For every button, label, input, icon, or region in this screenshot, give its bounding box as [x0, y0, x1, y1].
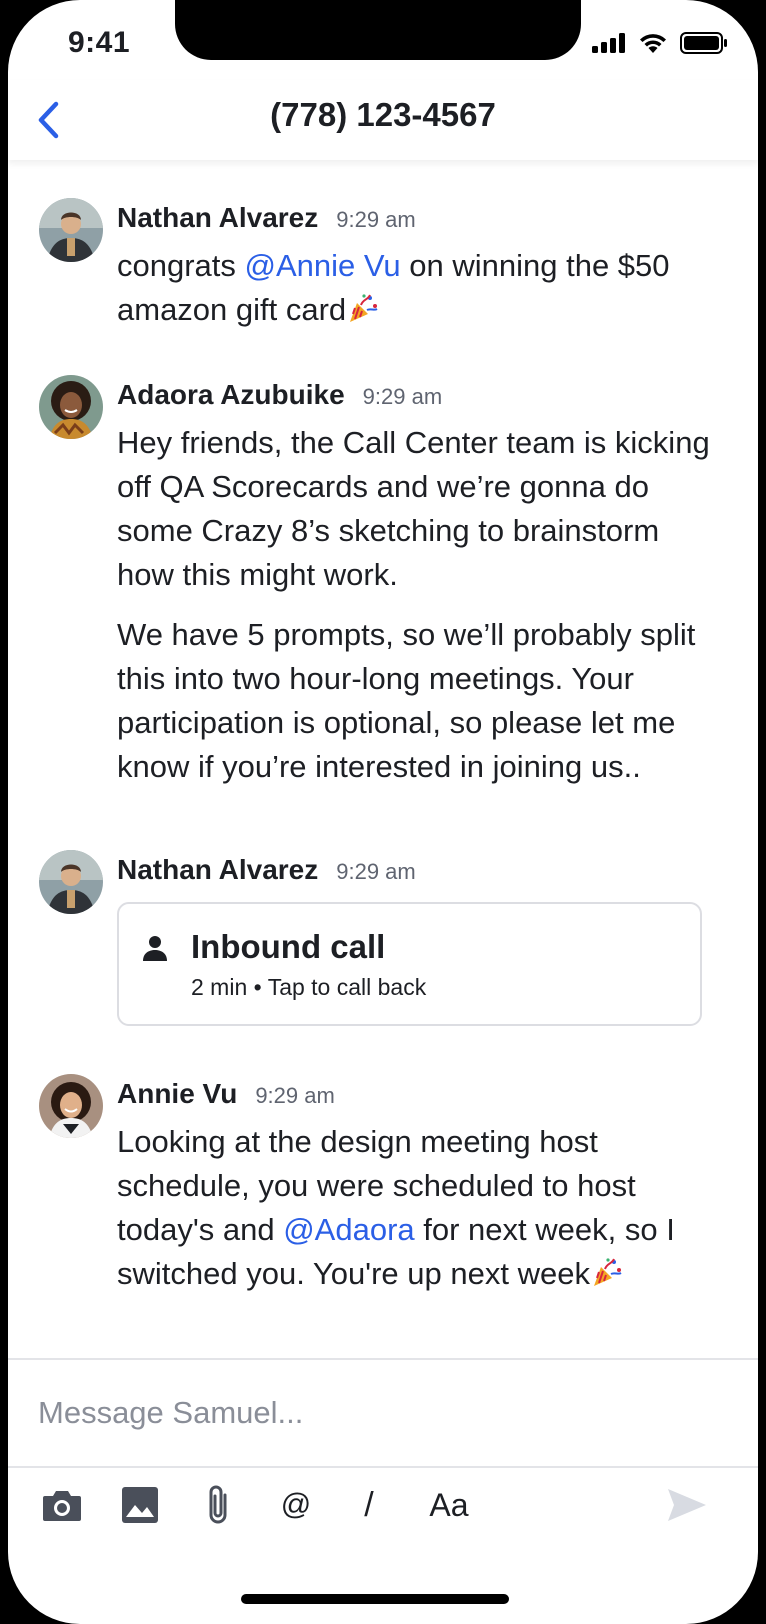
signal-icon: [592, 33, 625, 53]
call-separator: •: [253, 974, 262, 1000]
avatar[interactable]: [39, 850, 103, 914]
nav-bar: (778) 123-4567: [8, 80, 758, 160]
notch: [175, 0, 581, 60]
screen: 9:41 (778) 123-4567 Nathan Alvarez 9:29 …: [8, 0, 758, 1624]
message-text: congrats @Annie Vu on winning the $50 am…: [117, 244, 717, 332]
text-format-button[interactable]: Aa: [424, 1470, 474, 1540]
message-list[interactable]: Nathan Alvarez 9:29 am congrats @Annie V…: [8, 160, 758, 1358]
conversation-title: (778) 123-4567: [270, 96, 496, 133]
mention-button[interactable]: @: [276, 1470, 316, 1540]
attach-button[interactable]: [200, 1470, 236, 1540]
avatar[interactable]: [39, 375, 103, 439]
battery-icon: [680, 32, 727, 54]
camera-button[interactable]: [40, 1470, 84, 1540]
toolbar-divider: [8, 1466, 758, 1468]
message-text-part: congrats: [117, 248, 245, 283]
inbound-call-card[interactable]: Inbound call 2 min • Tap to call back: [117, 902, 702, 1026]
send-icon: [668, 1489, 706, 1521]
person-icon: [143, 936, 167, 961]
call-subtitle: 2 min • Tap to call back: [191, 974, 426, 1001]
avatar[interactable]: [39, 1074, 103, 1138]
message-time: 9:29 am: [362, 384, 443, 409]
mention-link[interactable]: @Annie Vu: [245, 248, 401, 283]
mention-link[interactable]: @Adaora: [283, 1212, 414, 1247]
message-text: Looking at the design meeting host sched…: [117, 1120, 717, 1296]
composer-divider: [8, 1358, 758, 1360]
message-header: Adaora Azubuike 9:29 am: [117, 379, 442, 411]
message-paragraph: Hey friends, the Call Center team is kic…: [117, 425, 710, 592]
home-indicator: [241, 1594, 509, 1604]
message-header: Nathan Alvarez 9:29 am: [117, 202, 416, 234]
camera-icon: [43, 1491, 81, 1521]
message-text: Hey friends, the Call Center team is kic…: [117, 421, 717, 789]
paperclip-icon: [209, 1485, 227, 1524]
message-time: 9:29 am: [255, 1083, 335, 1108]
message-header: Annie Vu 9:29 am: [117, 1078, 335, 1110]
sender-name[interactable]: Nathan Alvarez: [117, 202, 318, 234]
message-time: 9:29 am: [336, 859, 416, 884]
call-duration: 2 min: [191, 974, 248, 1000]
message-time: 9:29 am: [336, 207, 416, 232]
call-title: Inbound call: [191, 928, 386, 965]
phone-frame: 9:41 (778) 123-4567 Nathan Alvarez 9:29 …: [0, 0, 766, 1624]
party-popper-icon: [593, 1258, 622, 1286]
sender-name[interactable]: Nathan Alvarez: [117, 854, 318, 886]
sender-name[interactable]: Adaora Azubuike: [117, 379, 345, 411]
message-input[interactable]: [38, 1388, 728, 1438]
wifi-icon: [640, 34, 666, 53]
image-icon: [122, 1487, 158, 1523]
send-button[interactable]: [662, 1470, 712, 1540]
status-icons: [592, 32, 728, 54]
message-paragraph: We have 5 prompts, so we’ll probably spl…: [117, 617, 696, 784]
sender-name[interactable]: Annie Vu: [117, 1078, 237, 1110]
slash-command-button[interactable]: /: [354, 1470, 384, 1540]
party-popper-icon: [350, 294, 378, 322]
avatar[interactable]: [39, 198, 103, 262]
status-time: 9:41: [68, 26, 131, 59]
composer-toolbar: @ / Aa: [8, 1470, 758, 1540]
call-back-action: Tap to call back: [267, 974, 427, 1000]
message-header: Nathan Alvarez 9:29 am: [117, 854, 416, 886]
photo-button[interactable]: [120, 1470, 160, 1540]
